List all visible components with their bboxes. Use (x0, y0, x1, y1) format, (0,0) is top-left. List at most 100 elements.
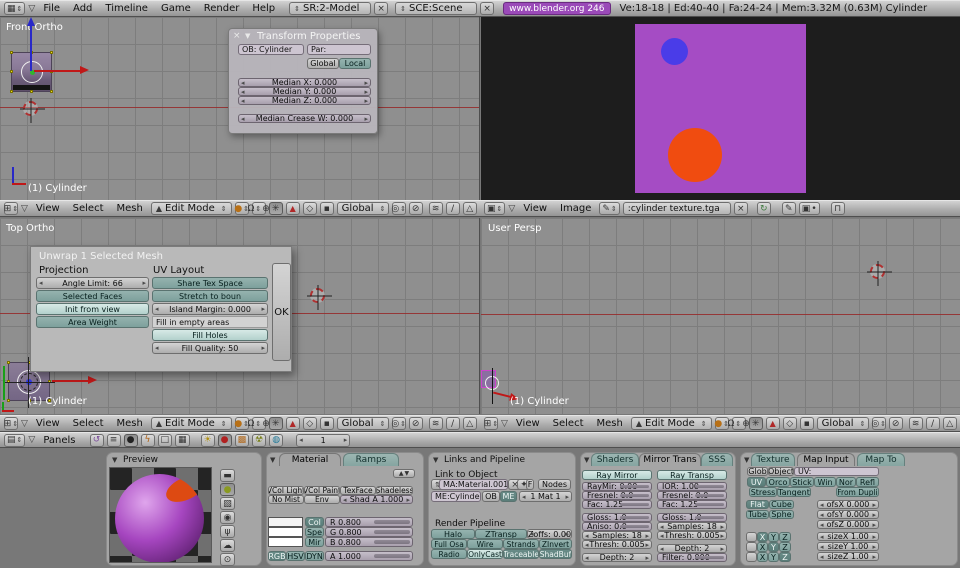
proportional-edit-button[interactable]: ◎⇕ (392, 202, 406, 215)
collapse-menus-icon[interactable]: ▽ (21, 204, 28, 214)
full-osa-button[interactable]: Full Osa (431, 539, 467, 549)
ray-transp-button[interactable]: Ray Transp (657, 470, 727, 480)
menu-view[interactable]: View (31, 418, 65, 429)
vcol-paint-button[interactable]: VCol Paint (304, 486, 340, 495)
samples-transp-field[interactable]: Samples: 18 (657, 522, 727, 531)
pin-image-button[interactable]: ✎⇕ (599, 202, 619, 215)
face-select-button[interactable]: ▪ (800, 417, 814, 430)
uv-image-viewport[interactable] (481, 17, 960, 200)
gloss-mirror-slider[interactable]: Gloss: 1.0 (582, 513, 652, 522)
material-index-field[interactable]: 1 Mat 1 (519, 491, 572, 502)
copy-paste-buttons[interactable]: ▲▼ (393, 469, 415, 478)
script-context-button[interactable]: ≡ (107, 434, 121, 447)
g-slider[interactable]: G 0.800 (325, 527, 413, 537)
spe-button[interactable]: Spe (305, 527, 324, 537)
normals-button[interactable]: △ (463, 417, 477, 430)
fill-quality-slider[interactable]: Fill Quality: 50 (152, 342, 268, 354)
edge-select-button[interactable]: ◇ (783, 417, 797, 430)
menu-add[interactable]: Add (68, 3, 97, 14)
map-row1-x[interactable]: X (757, 532, 768, 542)
alpha-slider[interactable]: A 1.000 (325, 551, 413, 561)
stress-button[interactable]: Stress (749, 487, 777, 497)
edge-slide-button[interactable]: ∕ (446, 417, 460, 430)
editor-type-button[interactable]: ⊞⇕ (4, 417, 18, 430)
onlycast-button[interactable]: OnlyCast (467, 549, 503, 559)
flat-button[interactable]: Flat (746, 500, 769, 509)
refl-button[interactable]: Refl (856, 477, 879, 487)
orco-button[interactable]: Orco (766, 477, 790, 487)
from-dupli-button[interactable]: From Dupli (836, 487, 879, 497)
area-weight-button[interactable]: Area Weight (36, 316, 149, 328)
thresh-mirror-field[interactable]: Thresh: 0.005 (582, 540, 652, 549)
ob-button[interactable]: OB (482, 491, 500, 502)
texture-image[interactable] (635, 24, 806, 193)
share-tex-space-button[interactable]: Share Tex Space (152, 277, 268, 289)
color-swatch-spe[interactable] (268, 527, 303, 537)
thresh-transp-field[interactable]: Thresh: 0.005 (657, 531, 727, 540)
editor-type-button[interactable]: ▣⇕ (484, 202, 505, 215)
preview-monkey-button[interactable]: ◉ (220, 511, 235, 524)
scene-selector[interactable]: ⇕SCE:Scene (395, 2, 477, 15)
preview-cube-button[interactable]: ▧ (220, 497, 235, 510)
stick-button[interactable]: Stick (790, 477, 814, 487)
tab-texture[interactable]: Texture (751, 453, 795, 466)
panel-collapse-icon[interactable]: ▼ (112, 456, 117, 464)
mode-selector[interactable]: ▲Edit Mode⇕ (631, 417, 712, 430)
stretch-to-bounds-button[interactable]: Stretch to boun (152, 290, 268, 302)
zinvert-button[interactable]: ZInvert (539, 539, 572, 549)
menu-game[interactable]: Game (156, 3, 196, 14)
transform-properties-panel[interactable]: × ▼ Transform Properties OB: Cylinder Pa… (228, 28, 378, 134)
col-button[interactable]: Col (305, 517, 324, 527)
edge-slide-button[interactable]: ∕ (926, 417, 940, 430)
ofsx-slider[interactable]: ofsX 0.000 (817, 500, 879, 509)
nodes-button[interactable]: Nodes (538, 479, 571, 490)
nor-button[interactable]: Nor (836, 477, 856, 487)
texface-button[interactable]: TexFace (340, 486, 376, 495)
orientation-selector[interactable]: Global⇕ (817, 417, 869, 430)
image-name-field[interactable]: :cylinder texture.tga (623, 202, 731, 215)
scene-delete-button[interactable]: × (480, 2, 494, 15)
vertex-select-button[interactable]: ▲ (286, 202, 300, 215)
uv-sync-button[interactable]: ▣• (799, 202, 820, 215)
tangent-button[interactable]: Tangent (777, 487, 811, 497)
sphe-button[interactable]: Sphe (769, 510, 794, 519)
map-row2-z[interactable]: Z (779, 542, 791, 552)
menu-select[interactable]: Select (68, 418, 109, 429)
panel-collapse-icon[interactable]: ▼ (744, 456, 749, 464)
wire-button[interactable]: Wire (467, 539, 503, 549)
manipulator-button[interactable]: Ω⇕⊕ (732, 417, 746, 430)
panel-collapse-icon[interactable]: ▼ (270, 456, 275, 464)
me-button[interactable]: ME (500, 491, 517, 502)
tab-material[interactable]: Material (279, 453, 341, 466)
preview-sphere-button[interactable]: ● (220, 483, 235, 496)
tab-ramps[interactable]: Ramps (343, 453, 399, 466)
object-context-button[interactable]: ϟ (141, 434, 155, 447)
tab-shaders[interactable]: Shaders (591, 453, 639, 466)
strands-button[interactable]: Strands (503, 539, 539, 549)
cube-button[interactable]: Cube (769, 500, 794, 509)
menu-mesh[interactable]: Mesh (592, 418, 628, 429)
radio-button[interactable]: Radio (431, 549, 467, 559)
face-select-button[interactable]: ▪ (320, 417, 334, 430)
shading-context-button[interactable]: ● (124, 434, 138, 447)
env-button[interactable]: Env (304, 495, 340, 504)
occlude-selection-button[interactable]: ✳ (269, 202, 283, 215)
clip-view-button[interactable]: ⊘ (889, 417, 903, 430)
depth-mirror-field[interactable]: Depth: 2 (582, 553, 652, 562)
menu-mesh[interactable]: Mesh (112, 418, 148, 429)
sizey-slider[interactable]: sizeY 1.00 (817, 542, 879, 551)
viewport-user[interactable]: User Persp (1) Cylinder (481, 218, 960, 414)
mir-button[interactable]: Mir (305, 537, 324, 547)
median-x-slider[interactable]: Median X: 0.000 (238, 78, 371, 87)
edge-select-button[interactable]: ◇ (303, 202, 317, 215)
r-slider[interactable]: R 0.800 (325, 517, 413, 527)
cursor-3d[interactable] (310, 288, 325, 303)
parent-field[interactable]: Par: (307, 44, 371, 55)
traceable-button[interactable]: Traceable (503, 549, 539, 559)
menu-panels[interactable]: Panels (38, 435, 80, 446)
map-row2-x[interactable]: X (757, 542, 768, 552)
map-row1-y[interactable]: Y (768, 532, 779, 542)
tab-sss[interactable]: SSS (701, 453, 733, 466)
menu-view[interactable]: View (31, 203, 65, 214)
glob-button[interactable]: Glob (747, 467, 768, 476)
